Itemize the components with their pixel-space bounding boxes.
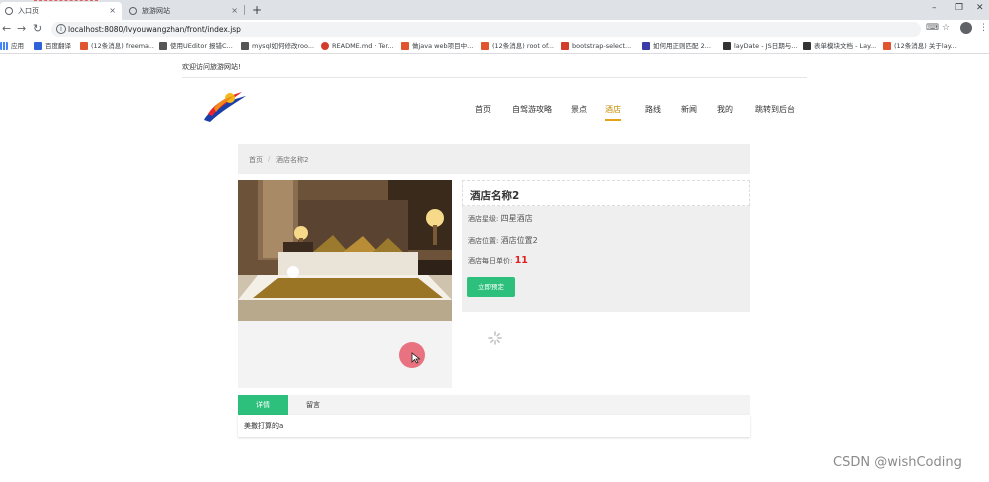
nav-mine[interactable]: 我的: [717, 104, 733, 115]
breadcrumb-current: 酒店名称2: [276, 156, 309, 164]
hotel-location-label: 酒店位置:: [468, 237, 499, 245]
bookmark-favicon: [561, 42, 569, 50]
browser-tabstrip: 入口页 × 旅游网站 × + – ❐ ✕: [0, 0, 989, 20]
bookmark-favicon: [80, 42, 88, 50]
bookmark-item[interactable]: (12条消息) freema...: [80, 41, 154, 52]
close-window-button[interactable]: ✕: [976, 3, 984, 13]
welcome-text: 欢迎访问旅游网站!: [182, 63, 241, 71]
tab-details[interactable]: 详情: [238, 395, 288, 415]
reload-icon[interactable]: ↻: [33, 22, 42, 35]
close-tab-icon[interactable]: ×: [231, 2, 238, 20]
hotel-location-row: 酒店位置: 酒店位置2: [468, 235, 538, 246]
new-tab-button[interactable]: +: [252, 1, 262, 19]
nav-attractions[interactable]: 景点: [571, 104, 587, 115]
tab-title: 旅游网站: [142, 7, 170, 15]
bookmark-favicon: [481, 42, 489, 50]
bookmark-item[interactable]: (12条消息) root of...: [481, 41, 555, 52]
hotel-room-photo[interactable]: [238, 180, 452, 321]
breadcrumb: 首页 / 酒店名称2: [238, 144, 750, 174]
detail-tabs: 详情 留言: [238, 395, 750, 415]
hotel-location-value: 酒店位置2: [500, 236, 538, 245]
tab-comments[interactable]: 留言: [288, 395, 338, 415]
bookmarks-bar: 应用 百度翻译 (12条消息) freema... 使用UEditor 报错C.…: [0, 39, 989, 54]
watermark: CSDN @wishCoding: [833, 455, 962, 470]
hotel-star-value: 四星酒店: [500, 214, 533, 223]
nav-admin[interactable]: 跳转到后台: [755, 104, 795, 115]
menu-icon[interactable]: ⋮: [979, 23, 988, 33]
bookmark-item[interactable]: 应用: [0, 41, 30, 52]
maximize-button[interactable]: ❐: [955, 3, 963, 13]
globe-icon: [5, 7, 13, 15]
site-logo[interactable]: [200, 86, 250, 126]
url-text: localhost:8080/lvyouwangzhan/front/index…: [68, 25, 241, 34]
info-icon[interactable]: i: [56, 24, 66, 34]
header-divider: [182, 77, 807, 78]
detail-text: 美撒打算的a: [244, 422, 284, 430]
bookmark-item[interactable]: layDate - JS日期与...: [723, 41, 797, 52]
bookmark-item[interactable]: 百度翻译: [34, 41, 76, 52]
book-now-button[interactable]: 立即预定: [467, 277, 515, 297]
forward-icon[interactable]: →: [17, 22, 26, 35]
hotel-info-card: 酒店名称2 酒店星级: 四星酒店 酒店位置: 酒店位置2 酒店每日单价: 11 …: [462, 180, 750, 312]
profile-avatar-icon[interactable]: [960, 22, 972, 34]
browser-tab-entry[interactable]: 入口页 ×: [0, 2, 122, 20]
loading-indicator: [34, 0, 98, 1]
tab-title: 入口页: [18, 7, 39, 15]
bookmark-item[interactable]: 使用UEditor 报错C...: [159, 41, 234, 52]
nav-driving-guide[interactable]: 自驾游攻略: [512, 104, 552, 115]
back-icon[interactable]: ←: [2, 22, 11, 35]
bookmark-star-icon[interactable]: ☆: [942, 23, 950, 33]
address-bar[interactable]: i localhost:8080/lvyouwangzhan/front/ind…: [51, 22, 921, 37]
browser-toolbar: ← → ↻ i localhost:8080/lvyouwangzhan/fro…: [0, 20, 989, 39]
bookmark-favicon: [241, 42, 249, 50]
bookmark-item[interactable]: bootstrap-select...: [561, 41, 637, 52]
bookmark-favicon: [321, 42, 329, 50]
bookmark-item[interactable]: 表单模块文档 - Lay...: [803, 41, 877, 52]
hotel-price-row: 酒店每日单价: 11: [468, 255, 528, 266]
globe-icon: [129, 7, 137, 15]
bookmark-item[interactable]: mysql如何修改roo...: [241, 41, 316, 52]
bookmark-item[interactable]: 如何用正则匹配 2...: [642, 41, 716, 52]
bookmark-item[interactable]: README.md · Ter...: [321, 41, 394, 52]
hotel-price-value: 11: [514, 255, 528, 266]
bookmark-item[interactable]: 做java web项目中...: [401, 41, 475, 52]
hotel-name: 酒店名称2: [470, 190, 520, 202]
nav-home[interactable]: 首页: [475, 104, 491, 115]
bookmark-favicon: [34, 42, 42, 50]
loading-spinner-icon: [488, 331, 502, 345]
bookmark-favicon: [723, 42, 731, 50]
hotel-star-label: 酒店星级:: [468, 215, 499, 223]
breadcrumb-home[interactable]: 首页: [249, 155, 263, 165]
mouse-cursor-icon: [411, 352, 421, 364]
bookmark-item[interactable]: (12条消息) 关于lay...: [883, 41, 989, 52]
bookmark-favicon: [401, 42, 409, 50]
nav-hotel[interactable]: 酒店: [605, 104, 621, 121]
breadcrumb-separator: /: [268, 155, 271, 163]
browser-tab-travel[interactable]: 旅游网站 ×: [124, 2, 244, 20]
translate-icon[interactable]: ⌨: [926, 23, 939, 33]
bookmark-favicon: [883, 42, 891, 50]
close-tab-icon[interactable]: ×: [109, 2, 116, 20]
hotel-star-row: 酒店星级: 四星酒店: [468, 213, 533, 224]
hotel-price-label: 酒店每日单价:: [468, 257, 513, 265]
nav-routes[interactable]: 路线: [645, 104, 661, 115]
detail-content: 美撒打算的a: [238, 415, 750, 437]
bookmark-favicon: [159, 42, 167, 50]
bookmark-favicon: [803, 42, 811, 50]
nav-news[interactable]: 新闻: [681, 104, 697, 115]
tab-separator: [244, 5, 245, 15]
minimize-button[interactable]: –: [932, 3, 937, 13]
bookmark-favicon: [642, 42, 650, 50]
apps-grid-icon: [0, 42, 8, 50]
